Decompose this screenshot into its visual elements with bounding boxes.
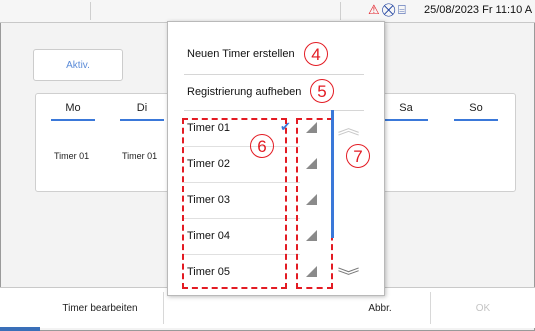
- callout-marker: 6: [250, 134, 274, 158]
- day-header-mo[interactable]: Mo: [53, 102, 93, 114]
- day-underline: [454, 119, 498, 121]
- bottom-divider: [163, 292, 164, 324]
- schedule-cell-mo[interactable]: Timer 01: [54, 151, 89, 161]
- day-underline: [120, 119, 164, 121]
- scroll-up-chevron-icon[interactable]: ︽: [337, 114, 359, 139]
- bottom-divider: [430, 292, 431, 324]
- day-underline: [384, 119, 428, 121]
- list-scrollbar[interactable]: [331, 110, 334, 238]
- callout-marker: 5: [310, 79, 334, 103]
- ok-button[interactable]: OK: [432, 288, 534, 328]
- schedule-cell-di[interactable]: Timer 01: [122, 151, 157, 161]
- day-header-sa[interactable]: Sa: [386, 102, 426, 114]
- device-icon: ⌸: [398, 2, 406, 17]
- menu-item-label: Registrierung aufheben: [187, 86, 302, 98]
- footer-indicator: [0, 327, 40, 331]
- status-bar: ⚠ ⛒ ⌸ 25/08/2023 Fr 11:10 A: [0, 0, 535, 23]
- scroll-down-chevron-icon[interactable]: ︾: [337, 262, 359, 287]
- mode-button[interactable]: Aktiv.: [33, 49, 123, 81]
- menu-item-unregister[interactable]: Registrierung aufheben: [168, 74, 384, 110]
- day-underline: [51, 119, 95, 121]
- menu-item-label: Neuen Timer erstellen: [187, 48, 295, 60]
- status-divider: [340, 2, 341, 20]
- callout-marker: 4: [304, 42, 328, 66]
- status-datetime: 25/08/2023 Fr 11:10 A: [424, 4, 533, 16]
- alarm-warning-icon: ⚠: [368, 2, 380, 17]
- expand-column-annotation-box: [296, 118, 333, 289]
- menu-item-create-timer[interactable]: Neuen Timer erstellen: [168, 36, 384, 72]
- day-header-di[interactable]: Di: [122, 102, 162, 114]
- status-divider: [90, 2, 91, 20]
- network-icon: ⛒: [382, 2, 396, 17]
- day-header-so[interactable]: So: [456, 102, 496, 114]
- callout-marker: 7: [346, 144, 370, 168]
- timer-dropdown-menu: Neuen Timer erstellen 4 Registrierung au…: [167, 21, 385, 296]
